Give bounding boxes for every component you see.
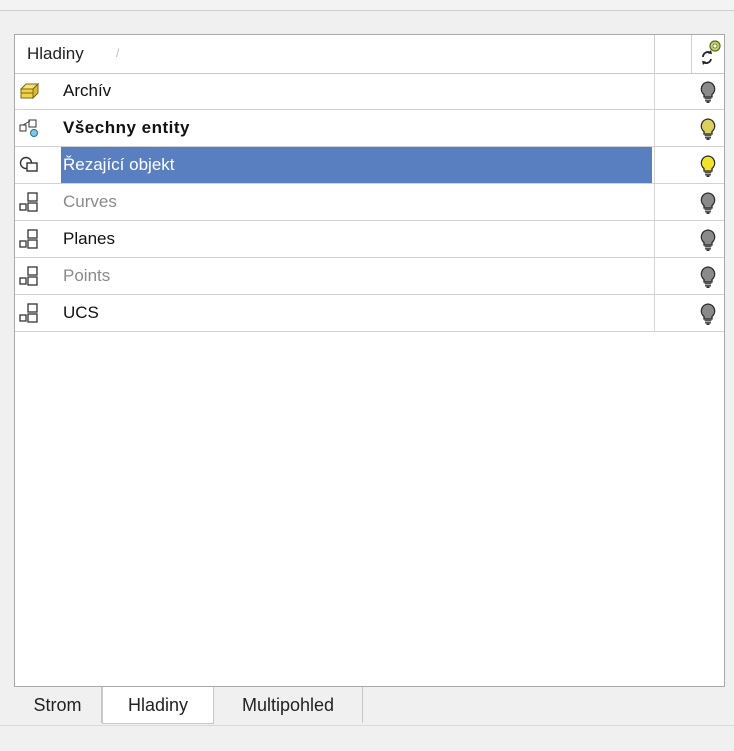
column-header-title[interactable]: Hladiny bbox=[27, 44, 84, 64]
layer-name[interactable]: Archív bbox=[63, 73, 111, 109]
column-separator bbox=[654, 221, 655, 257]
panel-tabs: Strom Hladiny Multipohled bbox=[14, 687, 725, 725]
layer-name[interactable]: Planes bbox=[63, 221, 115, 257]
layer-icon bbox=[18, 191, 40, 213]
layer-icon bbox=[18, 228, 40, 250]
visibility-bulb-icon[interactable] bbox=[698, 228, 718, 252]
column-separator bbox=[654, 147, 655, 183]
visibility-bulb-icon[interactable] bbox=[698, 80, 718, 104]
layer-row[interactable]: Řezající objekt bbox=[15, 147, 724, 184]
column-separator bbox=[691, 35, 692, 73]
visibility-bulb-icon[interactable] bbox=[698, 302, 718, 326]
visibility-bulb-icon[interactable] bbox=[698, 265, 718, 289]
archive-icon bbox=[18, 80, 40, 102]
layer-row[interactable]: UCS bbox=[15, 295, 724, 332]
column-separator bbox=[654, 295, 655, 331]
visibility-bulb-icon[interactable] bbox=[698, 117, 718, 141]
refresh-visibility-icon[interactable] bbox=[698, 37, 722, 69]
column-separator bbox=[654, 184, 655, 220]
layers-panel: Hladiny / Archív Všechny entity Řezající o… bbox=[14, 34, 725, 687]
top-edge bbox=[0, 0, 734, 11]
visibility-bulb-icon[interactable] bbox=[698, 191, 718, 215]
tab-hladiny[interactable]: Hladiny bbox=[102, 687, 214, 724]
column-separator bbox=[654, 258, 655, 294]
layer-row[interactable]: Curves bbox=[15, 184, 724, 221]
layer-name[interactable]: Curves bbox=[63, 184, 117, 220]
layer-name[interactable]: Řezající objekt bbox=[61, 147, 652, 183]
layer-name[interactable]: Všechny entity bbox=[63, 110, 190, 146]
layer-row[interactable]: Všechny entity bbox=[15, 110, 724, 147]
column-separator bbox=[654, 110, 655, 146]
column-separator bbox=[654, 73, 655, 109]
layer-icon bbox=[18, 265, 40, 287]
tab-strom[interactable]: Strom bbox=[14, 687, 102, 723]
cutting-object-icon bbox=[18, 154, 40, 176]
layer-icon bbox=[18, 302, 40, 324]
all-entities-icon bbox=[18, 117, 40, 139]
layer-name[interactable]: UCS bbox=[63, 295, 99, 331]
tab-multipohled[interactable]: Multipohled bbox=[214, 687, 363, 723]
sort-indicator: / bbox=[116, 46, 120, 60]
visibility-bulb-icon[interactable] bbox=[698, 154, 718, 178]
column-separator bbox=[654, 35, 655, 73]
bottom-edge bbox=[0, 725, 734, 726]
column-header: Hladiny / bbox=[15, 35, 724, 74]
layer-row[interactable]: Archív bbox=[15, 73, 724, 110]
layer-row[interactable]: Planes bbox=[15, 221, 724, 258]
layer-name[interactable]: Points bbox=[63, 258, 110, 294]
layer-row[interactable]: Points bbox=[15, 258, 724, 295]
